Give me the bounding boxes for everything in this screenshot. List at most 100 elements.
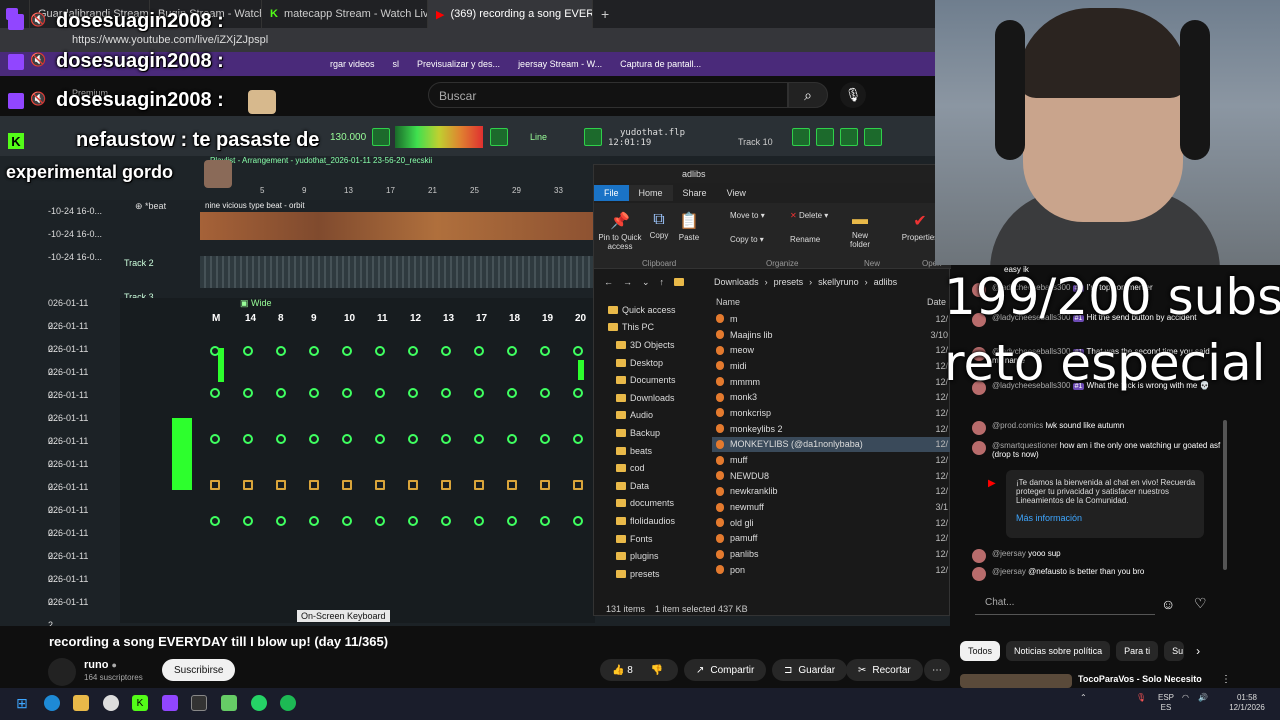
voice-search-button[interactable]: 🎙: [840, 82, 866, 108]
mixer-knob[interactable]: [441, 388, 451, 398]
chat-scrollbar[interactable]: [1223, 420, 1227, 570]
tray-chevron-icon[interactable]: ⌃: [1080, 693, 1087, 703]
nav-item[interactable]: Data: [594, 477, 692, 495]
mixer-knob[interactable]: [408, 516, 418, 526]
pattern-name[interactable]: ⊕ *beat: [135, 201, 166, 212]
avatar[interactable]: [48, 658, 76, 686]
audio-clip[interactable]: [200, 256, 595, 288]
more-options-button[interactable]: ⋯: [924, 659, 950, 681]
tab-file[interactable]: File: [594, 185, 629, 201]
mixer-knob[interactable]: [342, 434, 352, 444]
mixer-knob[interactable]: [243, 388, 253, 398]
file-row[interactable]: meow 12/: [712, 342, 950, 358]
mixer-knob[interactable]: [474, 480, 484, 490]
mixer-knob[interactable]: [375, 434, 385, 444]
bookmark-item[interactable]: Captura de pantall...: [620, 59, 701, 69]
browser-tab-active[interactable]: ▶(369) recording a song EVERYD...✕: [428, 0, 593, 28]
file-row[interactable]: newmuff 3/1: [712, 499, 950, 515]
mic-icon[interactable]: 🎙: [1136, 693, 1146, 703]
mixer-knob[interactable]: [474, 388, 484, 398]
mixer-knob[interactable]: [309, 388, 319, 398]
subscribe-button[interactable]: Suscribirse: [162, 659, 236, 681]
file-row[interactable]: midi 12/: [712, 358, 950, 374]
mixer-knob[interactable]: [573, 480, 583, 490]
breadcrumb-item[interactable]: presets: [774, 277, 804, 287]
mixer-knob[interactable]: [243, 434, 253, 444]
mixer-knob[interactable]: [276, 388, 286, 398]
more-vert-icon[interactable]: ⋮: [1221, 674, 1231, 685]
mixer-channel-number[interactable]: 10: [344, 313, 355, 324]
nav-item[interactable]: flolidaudios: [594, 512, 692, 530]
nav-item[interactable]: Backup: [594, 424, 692, 442]
mixer-knob[interactable]: [375, 346, 385, 356]
daw-button[interactable]: [372, 128, 390, 146]
related-thumbnail[interactable]: [960, 674, 1072, 688]
nav-item[interactable]: This PC: [594, 319, 692, 337]
chat-input[interactable]: Chat...: [975, 593, 1155, 615]
mixer-channel-number[interactable]: 9: [311, 313, 317, 324]
nav-item[interactable]: beats: [594, 442, 692, 460]
mixer-knob[interactable]: [309, 516, 319, 526]
mixer-knob[interactable]: [210, 434, 220, 444]
tab-view[interactable]: View: [717, 185, 756, 201]
mixer-knob[interactable]: [408, 388, 418, 398]
chat-username[interactable]: @smartquestioner: [992, 441, 1057, 450]
pin-button[interactable]: 📌 Pin to Quick access: [598, 211, 642, 251]
bookmark-item[interactable]: Previsualizar y des...: [417, 59, 500, 69]
mixer-knob[interactable]: [408, 434, 418, 444]
mixer-knob[interactable]: [474, 516, 484, 526]
daw-button[interactable]: [584, 128, 602, 146]
chip-more[interactable]: Su: [1164, 641, 1185, 661]
file-row[interactable]: mmmm 12/: [712, 374, 950, 390]
mixer-knob[interactable]: [441, 434, 451, 444]
copy-button[interactable]: ⧉ Copy: [646, 211, 672, 240]
mixer-knob[interactable]: [540, 480, 550, 490]
mixer-knob[interactable]: [441, 516, 451, 526]
twitch-icon[interactable]: [162, 695, 178, 711]
mixer-knob[interactable]: [243, 480, 253, 490]
chrome-icon[interactable]: [103, 695, 119, 711]
mixer-channel-number[interactable]: 14: [245, 313, 256, 324]
channel-name[interactable]: runo ●: [84, 659, 117, 671]
heart-icon[interactable]: ♡: [1194, 595, 1207, 612]
mixer-knob[interactable]: [441, 480, 451, 490]
mixer-knob[interactable]: [474, 346, 484, 356]
breadcrumb-item[interactable]: Downloads: [714, 277, 759, 287]
kick-icon[interactable]: K: [132, 695, 148, 711]
mixer-knob[interactable]: [540, 516, 550, 526]
mixer-channel-number[interactable]: M: [212, 313, 220, 324]
chip-all[interactable]: Todos: [960, 641, 1001, 661]
explorer-address-bar[interactable]: ← → ⌄ ↑ Downloads › presets › skellyruno › …: [594, 271, 951, 293]
like-button[interactable]: 👍 8: [612, 665, 633, 676]
mixer-knob[interactable]: [408, 346, 418, 356]
mixer-knob[interactable]: [507, 516, 517, 526]
mixer-knob[interactable]: [540, 346, 550, 356]
line-mode[interactable]: Line: [530, 132, 547, 142]
nav-item[interactable]: 3D Objects: [594, 336, 692, 354]
new-tab-button[interactable]: +: [593, 0, 617, 28]
mixer-knob[interactable]: [309, 480, 319, 490]
file-row[interactable]: pamuff 12/: [712, 531, 950, 547]
spotify-icon[interactable]: [280, 695, 296, 711]
daw-button[interactable]: [864, 128, 882, 146]
nav-item[interactable]: Documents: [594, 371, 692, 389]
back-icon[interactable]: ←: [604, 277, 613, 287]
onscreen-keyboard-label[interactable]: On-Screen Keyboard: [297, 610, 390, 622]
file-row[interactable]: newkranklib 12/: [712, 484, 950, 500]
chat-username[interactable]: @prod.comics: [992, 421, 1043, 430]
mixer-knob[interactable]: [573, 346, 583, 356]
mixer-knob[interactable]: [540, 434, 550, 444]
bookmark-item[interactable]: sl: [393, 59, 400, 69]
nav-item[interactable]: Quick access: [594, 301, 692, 319]
save-button[interactable]: ⊐ Guardar: [772, 659, 848, 681]
share-button[interactable]: ↗ Compartir: [684, 659, 767, 681]
chat-username[interactable]: @jeersay: [992, 567, 1026, 576]
windows-start-icon[interactable]: ⊞: [14, 695, 30, 711]
chevron-down-icon[interactable]: ⌄: [642, 277, 650, 288]
avatar[interactable]: [972, 549, 986, 563]
file-row[interactable]: muff 12/: [712, 452, 950, 468]
nav-item[interactable]: Desktop: [594, 354, 692, 372]
related-video-title[interactable]: TocoParaVos - Solo Necesito: [1078, 674, 1202, 684]
mixer-knob[interactable]: [573, 516, 583, 526]
mixer-knob[interactable]: [375, 480, 385, 490]
